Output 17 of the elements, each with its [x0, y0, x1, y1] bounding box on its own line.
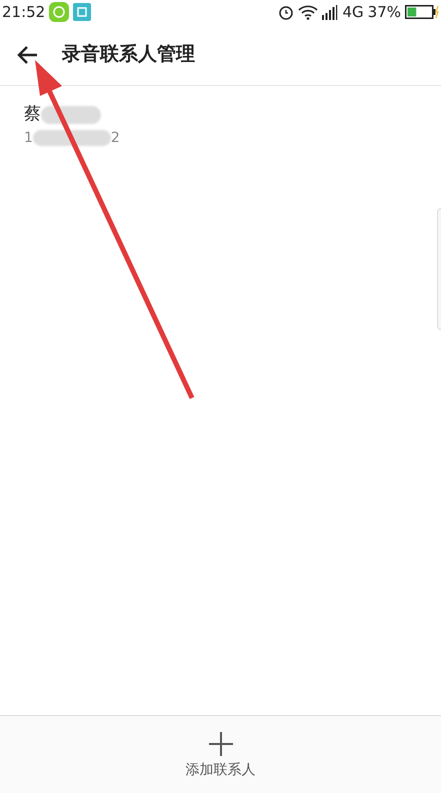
- scan-app-icon: [73, 3, 92, 21]
- blurred-name: [41, 106, 101, 124]
- signal-icon: [322, 4, 338, 20]
- alarm-icon: [278, 4, 294, 20]
- network-type: 4G: [342, 2, 364, 23]
- contact-name: 蔡: [24, 103, 41, 126]
- wifi-icon: [298, 4, 318, 20]
- add-contact-button[interactable]: 添加联系人: [186, 716, 256, 793]
- status-time: 21:52: [2, 2, 46, 23]
- plus-icon: [208, 732, 232, 756]
- phone-end: 2: [110, 128, 120, 148]
- battery-percent: 37%: [368, 2, 401, 23]
- phone-start: 1: [24, 128, 33, 148]
- battery-icon: [405, 5, 439, 19]
- page-title: 录音联系人管理: [62, 42, 195, 68]
- contact-row[interactable]: 蔡 1 2: [0, 86, 441, 156]
- back-button[interactable]: [16, 44, 38, 64]
